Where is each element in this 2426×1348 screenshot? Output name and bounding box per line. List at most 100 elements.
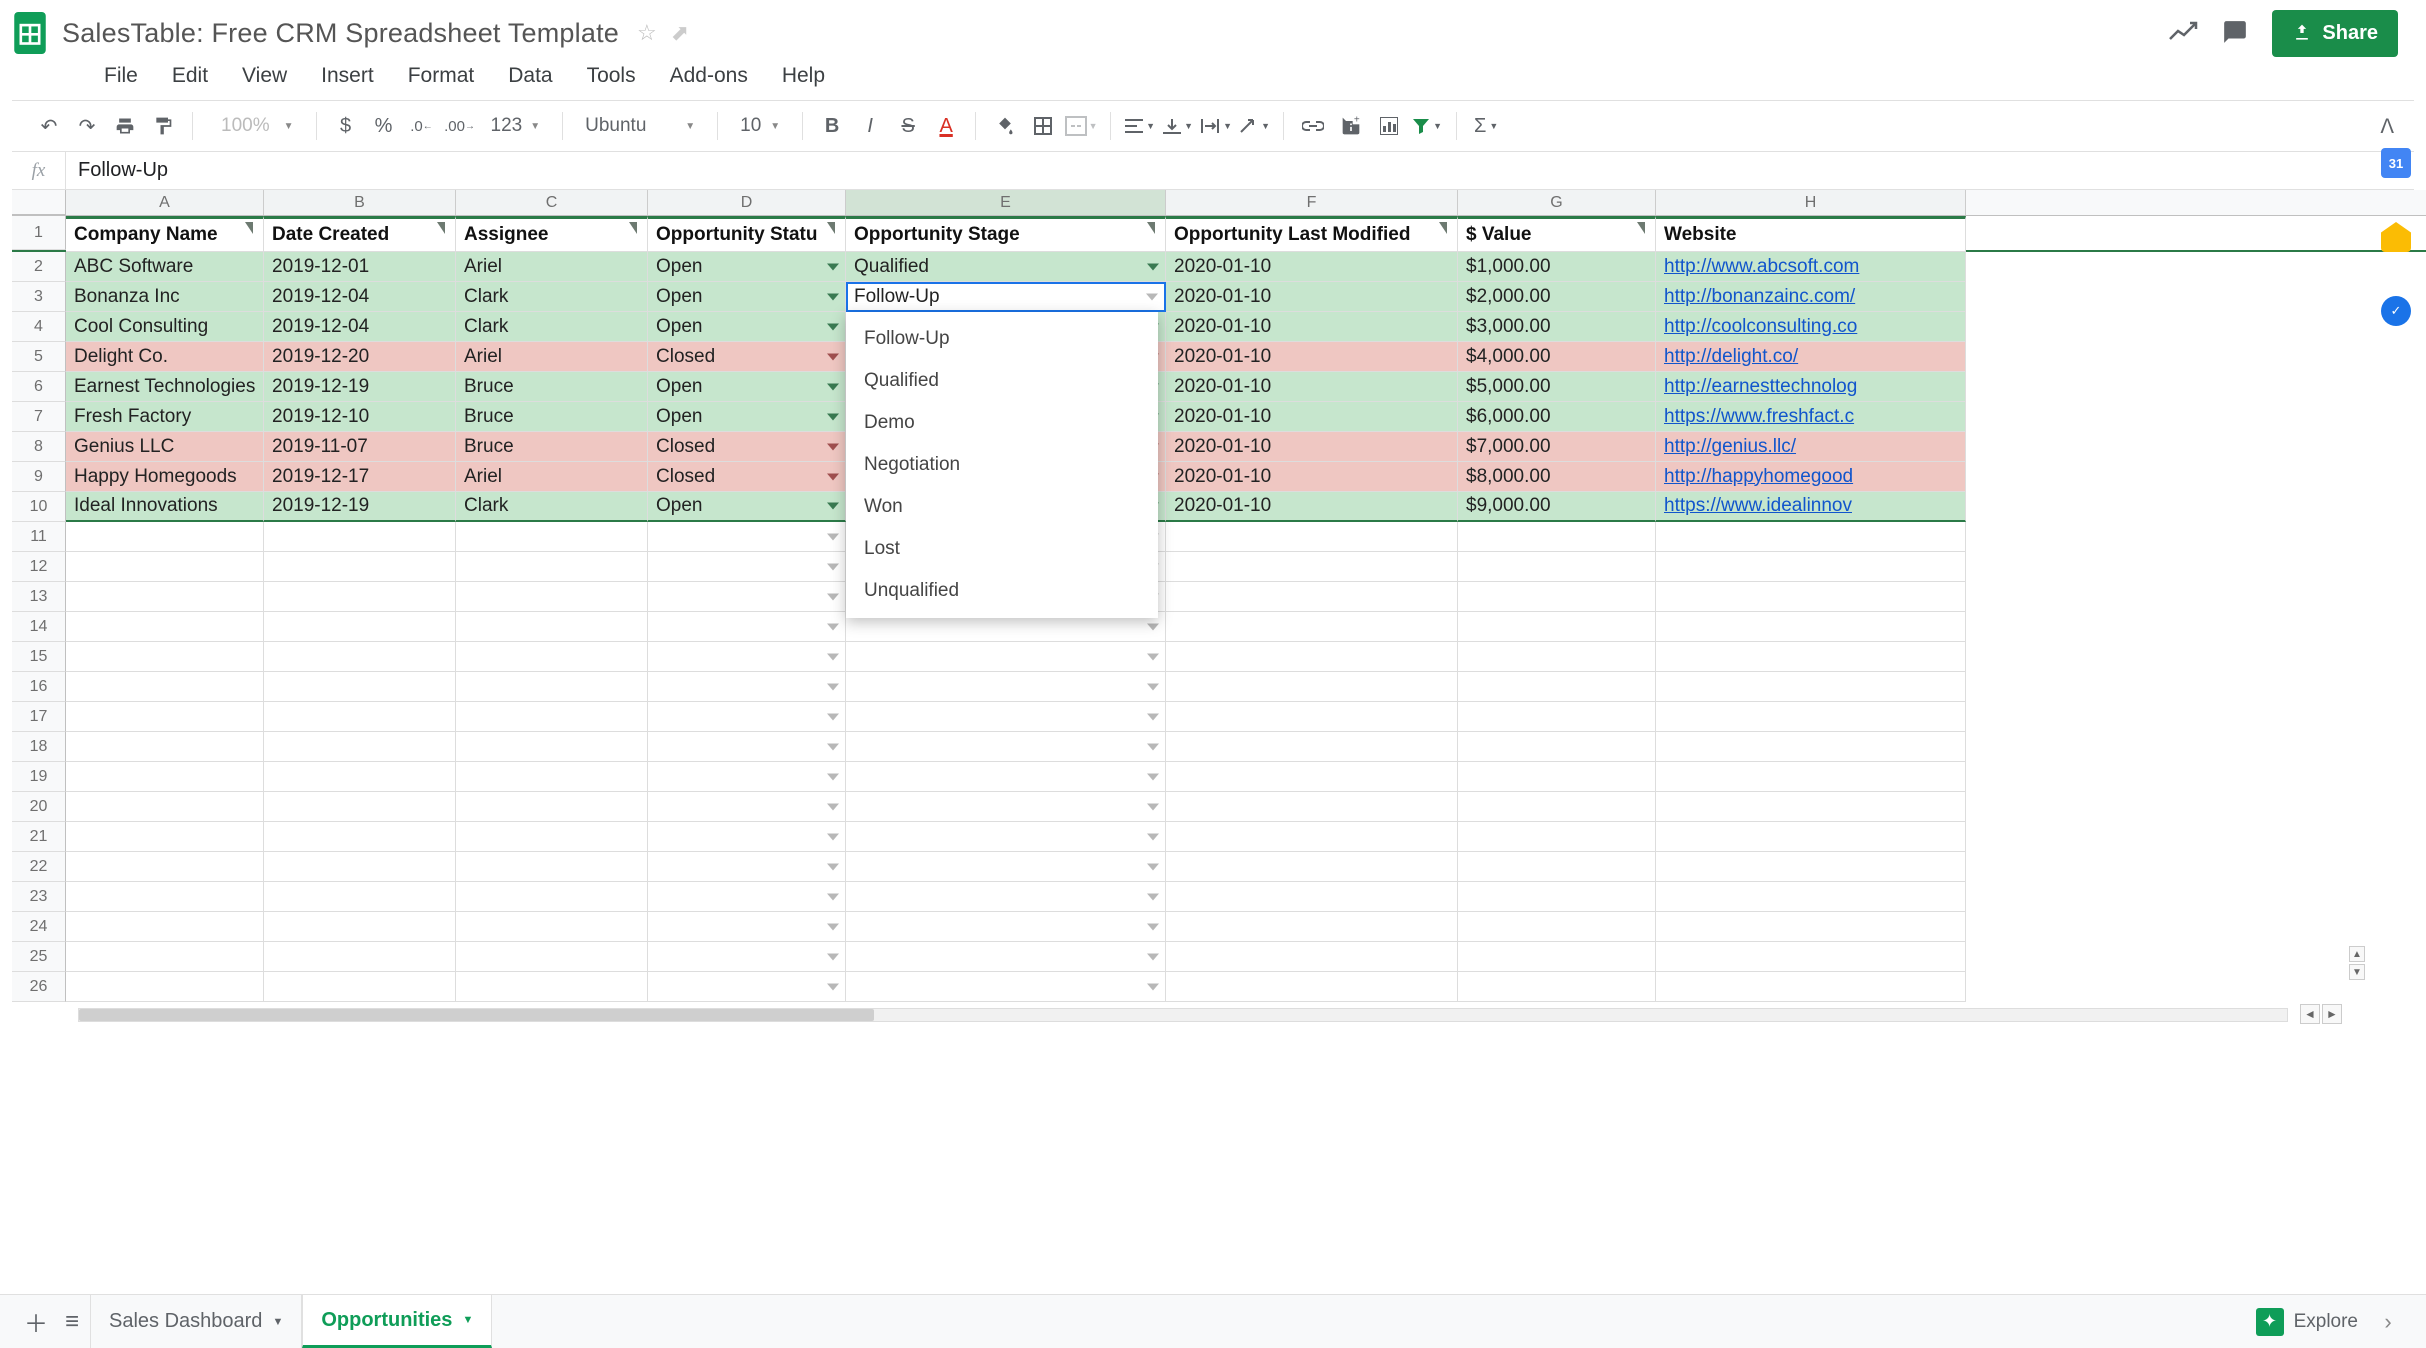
cell-D14[interactable] — [648, 612, 846, 642]
dropdown-arrow-icon[interactable] — [827, 533, 839, 540]
dropdown-arrow-icon[interactable] — [1147, 863, 1159, 870]
move-folder-icon[interactable]: ⬈ — [671, 20, 689, 46]
dropdown-arrow-icon[interactable] — [827, 773, 839, 780]
cell-H20[interactable] — [1656, 792, 1966, 822]
row-header-14[interactable]: 14 — [12, 612, 66, 642]
cell-A2[interactable]: ABC Software — [66, 252, 264, 282]
cell-H2[interactable]: http://www.abcsoft.com — [1656, 252, 1966, 282]
cell-F6[interactable]: 2020-01-10 — [1166, 372, 1458, 402]
dropdown-option-won[interactable]: Won — [846, 486, 1158, 528]
cell-G10[interactable]: $9,000.00 — [1458, 492, 1656, 522]
cell-H14[interactable] — [1656, 612, 1966, 642]
cell-H10[interactable]: https://www.idealinnov — [1656, 492, 1966, 522]
cell-C12[interactable] — [456, 552, 648, 582]
cell-F5[interactable]: 2020-01-10 — [1166, 342, 1458, 372]
dropdown-arrow-icon[interactable] — [827, 833, 839, 840]
cell-B25[interactable] — [264, 942, 456, 972]
cell-G22[interactable] — [1458, 852, 1656, 882]
cell-A5[interactable]: Delight Co. — [66, 342, 264, 372]
cell-E19[interactable] — [846, 762, 1166, 792]
row-header-22[interactable]: 22 — [12, 852, 66, 882]
cell-D24[interactable] — [648, 912, 846, 942]
dropdown-arrow-icon[interactable] — [1147, 653, 1159, 660]
cell-G19[interactable] — [1458, 762, 1656, 792]
cell-E26[interactable] — [846, 972, 1166, 1002]
italic-button[interactable]: I — [853, 109, 887, 143]
row-header-20[interactable]: 20 — [12, 792, 66, 822]
cell-A19[interactable] — [66, 762, 264, 792]
cell-B9[interactable]: 2019-12-17 — [264, 462, 456, 492]
cell-C11[interactable] — [456, 522, 648, 552]
font-select[interactable]: Ubuntu▼ — [575, 115, 705, 137]
cell-D2[interactable]: Open — [648, 252, 846, 282]
cell-C25[interactable] — [456, 942, 648, 972]
cell-C26[interactable] — [456, 972, 648, 1002]
menu-edit[interactable]: Edit — [158, 62, 222, 90]
cell-B20[interactable] — [264, 792, 456, 822]
insert-comment-button[interactable]: + — [1334, 109, 1368, 143]
increase-decimal-button[interactable]: .00→ — [443, 109, 477, 143]
cell-F22[interactable] — [1166, 852, 1458, 882]
sheet-tab-sales-dashboard[interactable]: Sales Dashboard▼ — [90, 1295, 302, 1348]
cell-B13[interactable] — [264, 582, 456, 612]
dropdown-arrow-icon[interactable] — [827, 713, 839, 720]
menu-tools[interactable]: Tools — [573, 62, 650, 90]
row-header-12[interactable]: 12 — [12, 552, 66, 582]
dropdown-arrow-icon[interactable] — [827, 503, 839, 510]
merge-cells-button[interactable]: ▼ — [1064, 109, 1098, 143]
cell-A22[interactable] — [66, 852, 264, 882]
scroll-up-button[interactable]: ▲ — [2349, 946, 2365, 962]
cell-H17[interactable] — [1656, 702, 1966, 732]
col-header-C[interactable]: C — [456, 190, 648, 215]
star-icon[interactable]: ☆ — [637, 20, 657, 46]
dropdown-arrow-icon[interactable] — [1147, 833, 1159, 840]
cell-D22[interactable] — [648, 852, 846, 882]
dropdown-arrow-icon[interactable] — [1147, 923, 1159, 930]
cell-C21[interactable] — [456, 822, 648, 852]
cell-E23[interactable] — [846, 882, 1166, 912]
cell-B17[interactable] — [264, 702, 456, 732]
cell-D17[interactable] — [648, 702, 846, 732]
cell-H23[interactable] — [1656, 882, 1966, 912]
cell-G5[interactable]: $4,000.00 — [1458, 342, 1656, 372]
dropdown-arrow-icon[interactable] — [827, 803, 839, 810]
header-cell-D[interactable]: Opportunity Statu — [648, 216, 846, 252]
cell-F25[interactable] — [1166, 942, 1458, 972]
cell-H11[interactable] — [1656, 522, 1966, 552]
dropdown-arrow-icon[interactable] — [827, 293, 839, 300]
cell-G8[interactable]: $7,000.00 — [1458, 432, 1656, 462]
dropdown-option-unqualified[interactable]: Unqualified — [846, 570, 1158, 612]
cell-A25[interactable] — [66, 942, 264, 972]
cell-C8[interactable]: Bruce — [456, 432, 648, 462]
cell-G12[interactable] — [1458, 552, 1656, 582]
cell-C18[interactable] — [456, 732, 648, 762]
header-cell-A[interactable]: Company Name — [66, 216, 264, 252]
cell-F9[interactable]: 2020-01-10 — [1166, 462, 1458, 492]
text-wrap-button[interactable]: ▼ — [1199, 109, 1233, 143]
cell-F3[interactable]: 2020-01-10 — [1166, 282, 1458, 312]
cell-A14[interactable] — [66, 612, 264, 642]
cell-B11[interactable] — [264, 522, 456, 552]
cell-D23[interactable] — [648, 882, 846, 912]
cell-B21[interactable] — [264, 822, 456, 852]
dropdown-arrow-icon[interactable] — [827, 953, 839, 960]
row-header-3[interactable]: 3 — [12, 282, 66, 312]
comments-icon[interactable] — [2222, 19, 2248, 48]
cell-C13[interactable] — [456, 582, 648, 612]
cell-C15[interactable] — [456, 642, 648, 672]
cell-G18[interactable] — [1458, 732, 1656, 762]
row-header-26[interactable]: 26 — [12, 972, 66, 1002]
menu-format[interactable]: Format — [394, 62, 489, 90]
redo-button[interactable]: ↷ — [70, 109, 104, 143]
cell-D8[interactable]: Closed — [648, 432, 846, 462]
cell-H8[interactable]: http://genius.llc/ — [1656, 432, 1966, 462]
dropdown-arrow-icon[interactable] — [1147, 263, 1159, 270]
dropdown-arrow-icon[interactable] — [827, 443, 839, 450]
header-cell-B[interactable]: Date Created — [264, 216, 456, 252]
cell-G11[interactable] — [1458, 522, 1656, 552]
row-header-19[interactable]: 19 — [12, 762, 66, 792]
cell-F24[interactable] — [1166, 912, 1458, 942]
cell-A10[interactable]: Ideal Innovations — [66, 492, 264, 522]
filter-icon[interactable] — [827, 222, 835, 234]
filter-icon[interactable] — [1637, 222, 1645, 234]
